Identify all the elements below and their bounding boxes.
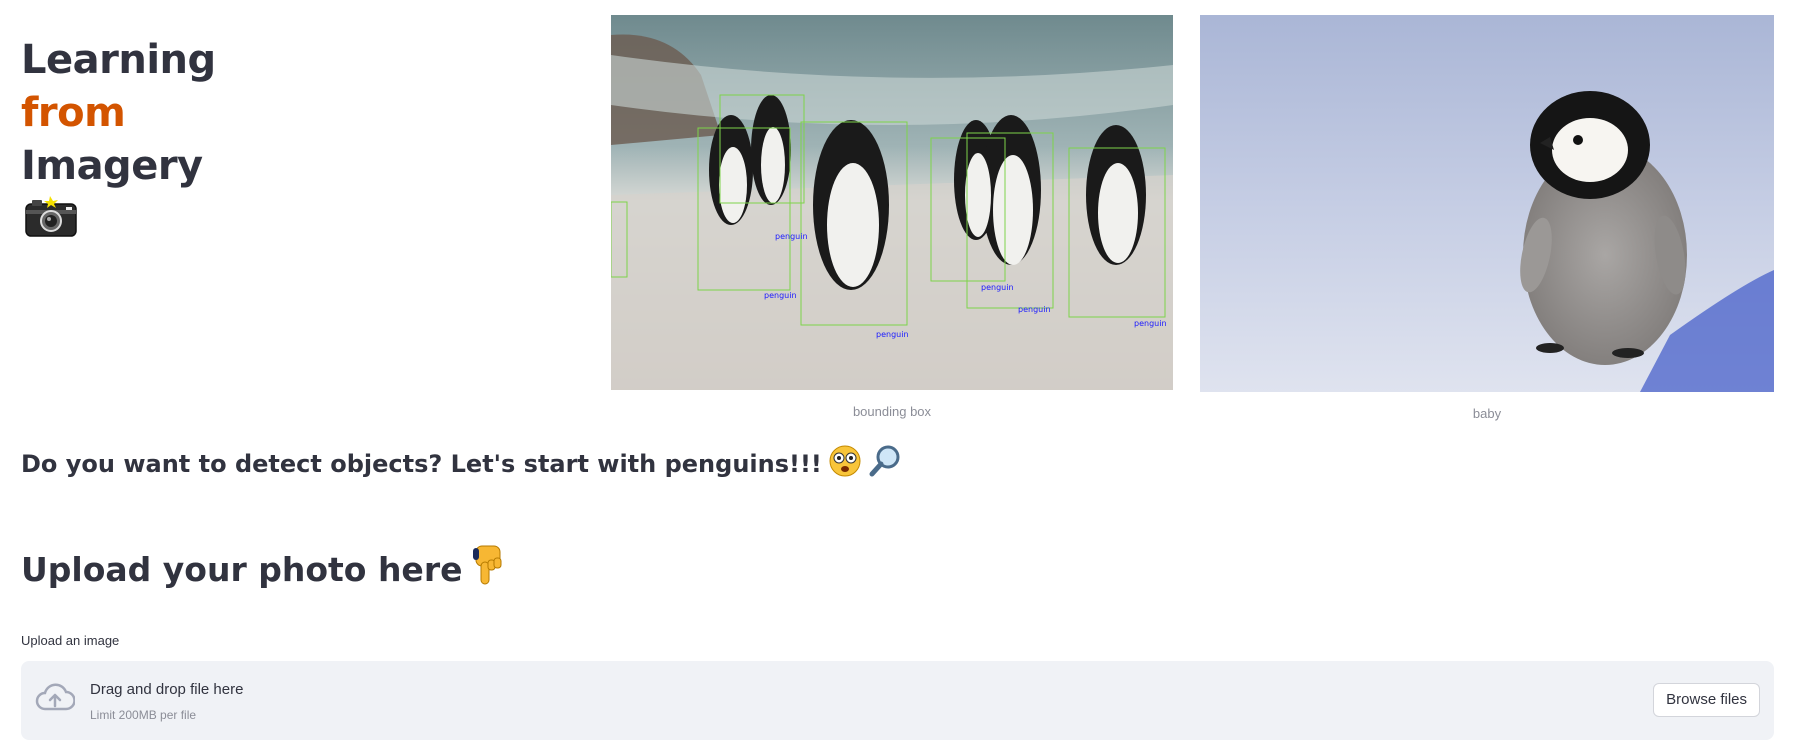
shocked-face-icon bbox=[828, 444, 862, 484]
cloud-upload-icon bbox=[35, 683, 76, 715]
box-label: penguin bbox=[981, 283, 1014, 292]
upload-label: Upload an image bbox=[21, 633, 120, 648]
image-caption: bounding box bbox=[852, 404, 932, 419]
pointing-down-hand-icon bbox=[470, 544, 506, 594]
detect-prompt-heading: Do you want to detect objects? Let's sta… bbox=[21, 444, 902, 484]
file-dropzone[interactable]: Drag and drop file here Limit 200MB per … bbox=[21, 661, 1774, 740]
box-label: penguin bbox=[876, 330, 909, 339]
magnifying-glass-icon bbox=[868, 444, 902, 484]
page-title: Learning from Imagery bbox=[21, 34, 216, 193]
upload-heading: Upload your photo here bbox=[21, 544, 506, 594]
camera-with-flash-icon bbox=[24, 196, 78, 238]
title-line-3: Imagery bbox=[21, 143, 203, 189]
detect-prompt-text: Do you want to detect objects? Let's sta… bbox=[21, 450, 822, 478]
bounding-box-image-card: penguin penguin penguin penguin penguin … bbox=[611, 15, 1173, 419]
box-label: penguin bbox=[1134, 319, 1167, 328]
dropzone-limit: Limit 200MB per file bbox=[90, 708, 197, 722]
image-caption: baby bbox=[1472, 406, 1502, 421]
box-label: penguin bbox=[775, 232, 808, 241]
baby-image-card: baby bbox=[1200, 15, 1774, 421]
app-page: Learning from Imagery penguin penguin pe… bbox=[0, 0, 1793, 751]
box-label: penguin bbox=[1018, 305, 1051, 314]
box-label: penguin bbox=[764, 291, 797, 300]
title-line-1: Learning bbox=[21, 37, 216, 83]
upload-heading-text: Upload your photo here bbox=[21, 549, 463, 589]
browse-files-button[interactable]: Browse files bbox=[1653, 683, 1760, 717]
dropzone-title: Drag and drop file here bbox=[90, 681, 244, 698]
baby-penguin-image bbox=[1200, 15, 1774, 392]
title-line-2: from bbox=[21, 90, 126, 136]
bounding-box-image: penguin penguin penguin penguin penguin … bbox=[611, 15, 1173, 390]
